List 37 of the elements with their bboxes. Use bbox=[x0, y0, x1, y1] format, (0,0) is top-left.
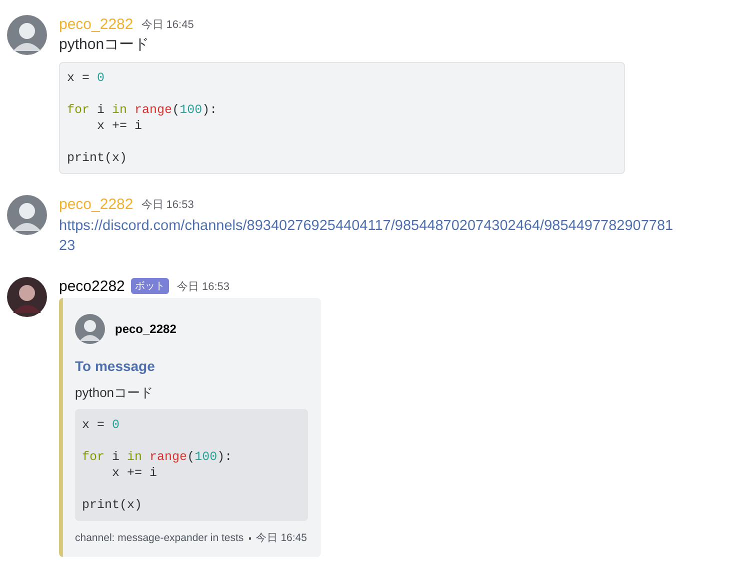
embed-author: peco_2282 bbox=[115, 322, 176, 336]
code-token: x += i bbox=[111, 466, 158, 480]
code-token: x = bbox=[67, 71, 91, 85]
code-token: i bbox=[96, 103, 106, 117]
embed-footer-time: 今日 16:45 bbox=[256, 531, 307, 545]
code-token: range bbox=[150, 450, 188, 464]
code-token: ( bbox=[187, 450, 195, 464]
code-token: for bbox=[82, 450, 105, 464]
code-token: ): bbox=[202, 103, 218, 117]
code-token: ): bbox=[217, 450, 232, 464]
code-token: i bbox=[111, 450, 121, 464]
message-link[interactable]: https://discord.com/channels/893402769254404117/985448702074302464/985449778290778123 bbox=[59, 216, 681, 256]
code-token: 0 bbox=[97, 71, 105, 85]
username[interactable]: peco2282 bbox=[59, 278, 125, 294]
code-token: print(x) bbox=[82, 498, 142, 512]
code-token: in bbox=[127, 450, 144, 464]
timestamp: 今日 16:53 bbox=[141, 198, 194, 212]
avatar-icon[interactable] bbox=[7, 277, 47, 317]
embed-title-link[interactable]: To message bbox=[75, 358, 307, 374]
code-token: x = bbox=[82, 418, 106, 432]
message-text: pythonコード bbox=[59, 35, 150, 55]
code-token: ( bbox=[172, 103, 180, 117]
code-token: in bbox=[112, 103, 128, 117]
code-token: 0 bbox=[112, 418, 120, 432]
code-token: x += i bbox=[96, 119, 142, 133]
code-token: 100 bbox=[180, 103, 202, 117]
code-token: print(x) bbox=[67, 151, 128, 165]
separator-dot bbox=[248, 536, 251, 540]
avatar-icon bbox=[75, 314, 105, 344]
code-token: 100 bbox=[194, 450, 218, 464]
timestamp: 今日 16:45 bbox=[141, 18, 194, 32]
bot-tag: ボット bbox=[130, 278, 169, 294]
embed-footer: channel: message-expander in tests bbox=[75, 532, 244, 544]
code-token: range bbox=[134, 103, 172, 117]
embed-text: pythonコード bbox=[75, 384, 154, 402]
timestamp: 今日 16:53 bbox=[176, 280, 230, 294]
code-token: for bbox=[67, 103, 90, 117]
